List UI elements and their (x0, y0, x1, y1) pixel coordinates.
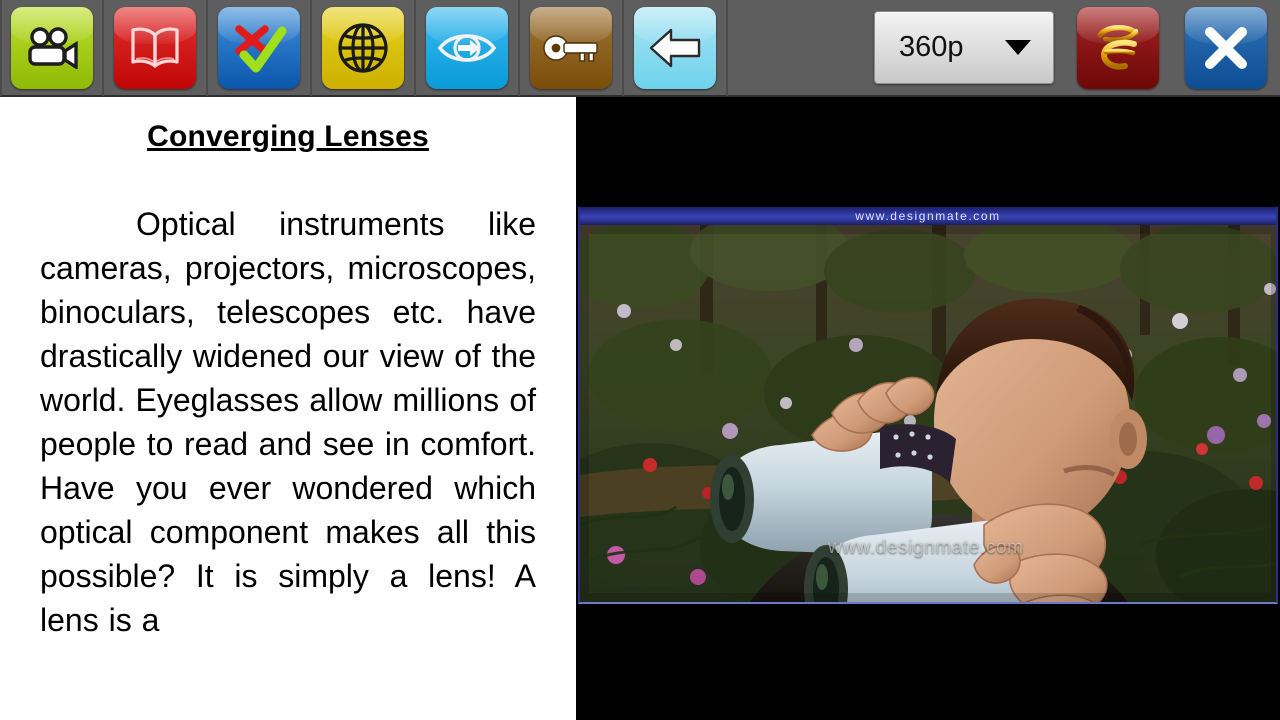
quiz-button[interactable] (218, 6, 300, 89)
application-window: 360p Converging Lenses Optical instrumen… (0, 0, 1280, 720)
app-logo-button[interactable] (1077, 6, 1159, 89)
toolbar-cell-quiz[interactable] (208, 0, 312, 96)
key-icon (542, 32, 600, 64)
close-icon (1201, 23, 1251, 73)
back-button[interactable] (634, 6, 716, 89)
toolbar-cell-quality[interactable]: 360p (864, 0, 1064, 96)
cross-check-icon (230, 22, 288, 74)
close-button[interactable] (1185, 6, 1267, 89)
page-title: Converging Lenses (147, 120, 429, 153)
lesson-text-pane[interactable]: Converging Lenses Optical instruments li… (0, 97, 576, 720)
video-watermark: www.designmate.com (828, 537, 1024, 558)
toolbar-cell-logo[interactable] (1064, 0, 1172, 96)
video-button[interactable] (11, 6, 93, 89)
book-button[interactable] (114, 6, 196, 89)
left-arrow-icon (647, 25, 703, 71)
key-button[interactable] (530, 6, 612, 89)
video-banner: www.designmate.com (580, 207, 1276, 225)
top-toolbar: 360p (0, 0, 1280, 97)
globe-icon (335, 20, 391, 76)
lesson-body-text: Optical instruments like cameras, projec… (40, 206, 536, 638)
quality-select[interactable]: 360p (874, 11, 1054, 84)
chevron-down-icon (1005, 40, 1031, 55)
video-player-pane[interactable]: www.designmate.com www.designmate.com (576, 97, 1280, 720)
toolbar-cell-preview[interactable] (416, 0, 520, 96)
content-area: Converging Lenses Optical instruments li… (0, 97, 1280, 720)
preview-button[interactable] (426, 6, 508, 89)
designmate-logo-icon (1087, 17, 1149, 79)
toolbar-cell-back[interactable] (624, 0, 728, 96)
globe-button[interactable] (322, 6, 404, 89)
eye-arrow-icon (437, 27, 497, 69)
toolbar-cell-globe[interactable] (312, 0, 416, 96)
open-book-icon (128, 26, 182, 70)
quality-value: 360p (899, 31, 964, 63)
movie-camera-icon (24, 26, 80, 69)
video-frame[interactable]: www.designmate.com www.designmate.com (578, 207, 1278, 604)
toolbar-cell-book[interactable] (104, 0, 208, 96)
toolbar-cell-video[interactable] (0, 0, 104, 96)
toolbar-cell-close[interactable] (1172, 0, 1280, 96)
toolbar-cell-key[interactable] (520, 0, 624, 96)
